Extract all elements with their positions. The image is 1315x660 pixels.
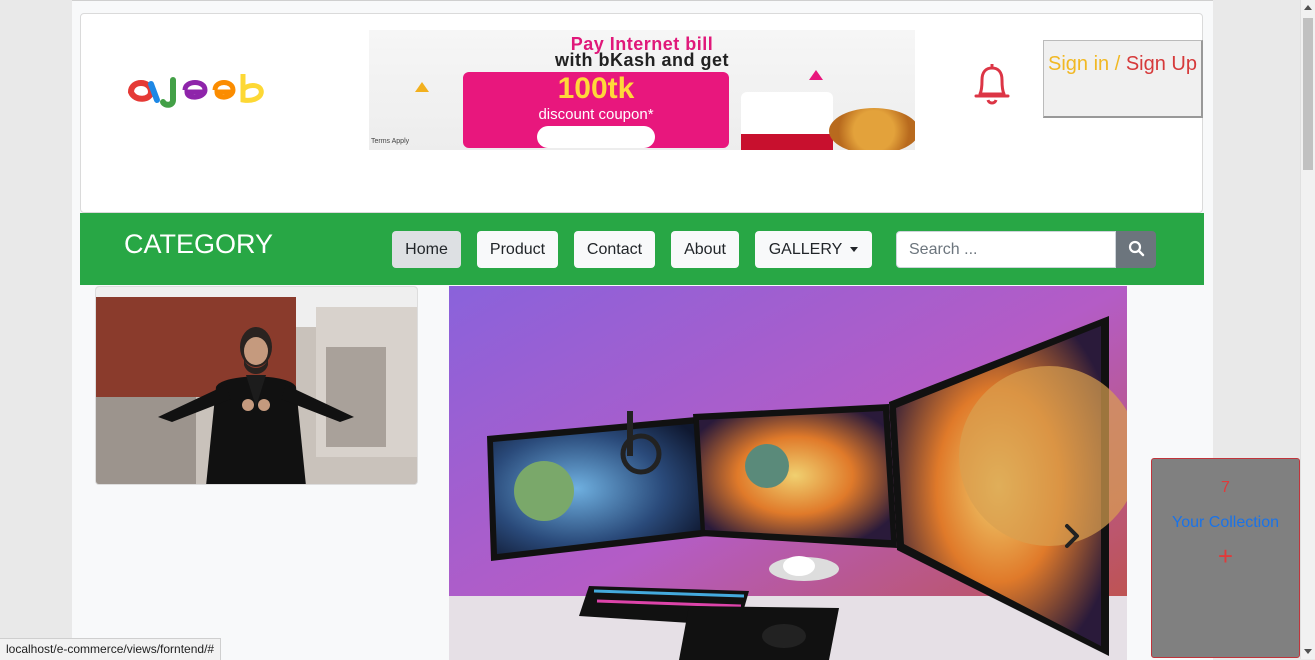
- hero-carousel-image[interactable]: [449, 286, 1127, 660]
- your-collection-widget[interactable]: 7 Your Collection +: [1151, 458, 1300, 658]
- sign-separator: /: [1109, 53, 1126, 75]
- search-button[interactable]: [1116, 231, 1156, 268]
- nav-gallery-dropdown[interactable]: GALLERY: [755, 231, 872, 268]
- banner-subheadline: with bKash and get: [554, 50, 729, 70]
- pizza-image: [829, 108, 915, 150]
- plus-icon[interactable]: +: [1152, 541, 1299, 572]
- coupon-subtitle: discount coupon*: [538, 106, 654, 123]
- promo-banner[interactable]: Pay Internet bill with bKash and get 100…: [369, 30, 915, 150]
- decor-triangle: [415, 82, 429, 92]
- partner-logos: [537, 126, 655, 148]
- sign-in-link[interactable]: Sign in: [1048, 53, 1109, 75]
- sign-in-sign-up-button[interactable]: Sign in / Sign Up: [1043, 40, 1203, 118]
- coupon-amount: 100tk: [557, 72, 635, 105]
- bell-icon[interactable]: [972, 60, 1012, 111]
- search-icon: [1128, 240, 1145, 257]
- nav-product-button[interactable]: Product: [477, 231, 558, 268]
- food-bucket-image: [741, 92, 833, 150]
- caret-down-icon: [850, 247, 859, 253]
- nav-contact-button[interactable]: Contact: [574, 231, 655, 268]
- gallery-label: GALLERY: [768, 241, 843, 258]
- category-title[interactable]: CATEGORY: [124, 229, 273, 260]
- coupon-box: 100tk discount coupon*: [463, 72, 729, 148]
- nav-home-button[interactable]: Home: [392, 231, 461, 268]
- main-navbar: CATEGORY Home Product Contact About GALL…: [80, 213, 1204, 285]
- search-input[interactable]: [896, 231, 1116, 268]
- scrollbar-thumb[interactable]: [1303, 18, 1313, 170]
- vertical-scrollbar[interactable]: [1300, 0, 1315, 659]
- featured-product-image[interactable]: [95, 286, 418, 485]
- carousel-next-icon[interactable]: [1063, 522, 1081, 555]
- site-header: Pay Internet bill with bKash and get 100…: [80, 13, 1203, 213]
- banner-fine-print: Terms Apply: [371, 138, 410, 145]
- nav-about-button[interactable]: About: [671, 231, 739, 268]
- collection-count: 7: [1221, 479, 1230, 496]
- decor-triangle: [809, 70, 823, 80]
- site-logo[interactable]: [121, 66, 291, 115]
- sign-up-link[interactable]: Sign Up: [1126, 53, 1197, 75]
- page-container: Pay Internet bill with bKash and get 100…: [72, 0, 1213, 660]
- collection-label[interactable]: Your Collection: [1152, 514, 1299, 532]
- scroll-down-icon[interactable]: [1304, 649, 1312, 654]
- scroll-up-icon[interactable]: [1304, 5, 1312, 10]
- browser-status-bar: localhost/e-commerce/views/forntend/#: [0, 638, 222, 660]
